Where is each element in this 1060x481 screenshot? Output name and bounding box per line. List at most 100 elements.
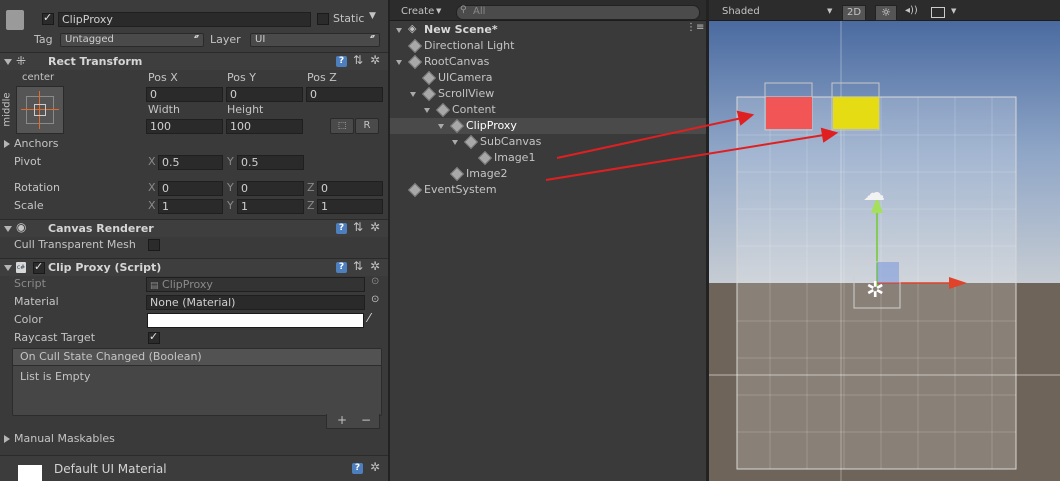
- shading-mode-dropdown[interactable]: Shaded: [722, 6, 760, 17]
- hierarchy-item[interactable]: SubCanvas: [390, 134, 706, 150]
- static-label: Static: [333, 12, 365, 25]
- 2d-toggle-button[interactable]: 2D: [842, 5, 866, 21]
- blueprint-mode-button[interactable]: ⬚: [330, 118, 354, 134]
- search-input[interactable]: ⚲ All: [456, 5, 700, 20]
- gameobject-icon: [449, 118, 465, 134]
- gear-icon[interactable]: ✲: [370, 259, 380, 273]
- canvas-renderer-title: Canvas Renderer: [48, 222, 154, 235]
- raycast-checkbox[interactable]: [148, 330, 160, 344]
- gear-icon[interactable]: ✲: [370, 460, 380, 474]
- effects-dropdown-arrow-icon[interactable]: ▼: [951, 7, 956, 15]
- object-picker-icon[interactable]: ⊙: [371, 276, 379, 287]
- pivot-x-field[interactable]: 0.5: [158, 155, 223, 170]
- raw-edit-button[interactable]: R: [355, 118, 379, 134]
- scale-y-field[interactable]: 1: [237, 199, 304, 214]
- hierarchy-item[interactable]: ClipProxy: [390, 118, 706, 134]
- material-field[interactable]: None (Material): [146, 295, 365, 310]
- rot-y-field[interactable]: 0: [237, 181, 304, 196]
- pos-z-field[interactable]: 0: [306, 87, 383, 102]
- preset-icon[interactable]: ⇅: [353, 259, 363, 273]
- eyedropper-icon[interactable]: ⁄: [368, 311, 370, 325]
- scene-viewport[interactable]: ☁ ✲: [709, 21, 1060, 481]
- add-button[interactable]: +: [337, 413, 347, 427]
- expand-arrow-icon[interactable]: [396, 60, 402, 65]
- object-name-field[interactable]: ClipProxy: [58, 12, 311, 27]
- color-swatch[interactable]: [147, 313, 364, 328]
- anchors-label[interactable]: Anchors: [14, 137, 59, 150]
- hierarchy-item-label: Image2: [466, 167, 508, 180]
- rot-x-field[interactable]: 0: [158, 181, 223, 196]
- hierarchy-item[interactable]: Image2: [390, 166, 706, 182]
- anchors-expand-icon[interactable]: [4, 140, 10, 148]
- pos-y-field[interactable]: 0: [226, 87, 303, 102]
- expand-arrow-icon[interactable]: [452, 140, 458, 145]
- event-header: On Cull State Changed (Boolean): [13, 349, 381, 366]
- gear-icon[interactable]: ✲: [370, 53, 380, 67]
- hierarchy-item[interactable]: RootCanvas: [390, 54, 706, 70]
- static-dropdown-icon[interactable]: ▼: [369, 11, 376, 21]
- object-picker-icon[interactable]: ⊙: [371, 294, 379, 305]
- static-checkbox[interactable]: [317, 13, 329, 25]
- gear-icon[interactable]: ✲: [370, 220, 380, 234]
- manual-maskables-label[interactable]: Manual Maskables: [14, 432, 115, 445]
- hierarchy-item[interactable]: ScrollView: [390, 86, 706, 102]
- remove-button[interactable]: −: [361, 413, 371, 427]
- scene-panel: Shaded ▼ 2D ☼ ◂)) ▼ ☁ ✲: [709, 0, 1060, 481]
- tag-dropdown[interactable]: Untagged: [60, 33, 204, 47]
- scale-z-field[interactable]: 1: [317, 199, 383, 214]
- rect-transform-header[interactable]: ⁜ Rect Transform ? ⇅ ✲: [0, 52, 388, 70]
- collapse-arrow-icon[interactable]: [396, 28, 402, 33]
- cull-transparent-label: Cull Transparent Mesh: [14, 238, 136, 251]
- script-enabled-checkbox[interactable]: [33, 260, 45, 274]
- hierarchy-item[interactable]: EventSystem: [390, 182, 706, 198]
- collapse-arrow-icon[interactable]: [4, 226, 12, 232]
- audio-icon[interactable]: ◂)): [905, 5, 918, 16]
- rot-z-field[interactable]: 0: [317, 181, 383, 196]
- manual-maskables-expand-icon[interactable]: [4, 435, 10, 443]
- expand-arrow-icon[interactable]: [438, 124, 444, 129]
- camera-icon: ☁: [863, 181, 885, 206]
- help-icon[interactable]: ?: [336, 223, 347, 234]
- active-checkbox[interactable]: [42, 11, 54, 25]
- scene-canvas[interactable]: ☁ ✲: [709, 21, 1060, 481]
- layer-dropdown[interactable]: UI: [250, 33, 380, 47]
- hierarchy-item-label: ClipProxy: [466, 119, 517, 132]
- eye-icon: ◉: [16, 220, 27, 234]
- create-dropdown-arrow-icon[interactable]: ▼: [436, 7, 441, 15]
- help-icon[interactable]: ?: [336, 56, 347, 67]
- hierarchy-item-label: Content: [452, 103, 496, 116]
- collapse-arrow-icon[interactable]: [4, 59, 12, 65]
- expand-arrow-icon[interactable]: [424, 108, 430, 113]
- pos-x-field[interactable]: 0: [146, 87, 223, 102]
- shading-dropdown-arrow-icon[interactable]: ▼: [827, 7, 832, 15]
- material-footer-title: Default UI Material: [54, 462, 167, 476]
- clip-proxy-header[interactable]: c# Clip Proxy (Script) ? ⇅ ✲: [0, 258, 388, 276]
- hierarchy-item[interactable]: UICamera: [390, 70, 706, 86]
- hierarchy-toolbar: Create ▼ ⚲ All: [390, 0, 706, 21]
- height-field[interactable]: 100: [226, 119, 303, 134]
- cull-transparent-checkbox[interactable]: [148, 239, 160, 251]
- create-dropdown[interactable]: Create: [401, 6, 434, 17]
- width-field[interactable]: 100: [146, 119, 223, 134]
- collapse-arrow-icon[interactable]: [4, 265, 12, 271]
- gameobject-icon: [6, 10, 24, 30]
- preset-icon[interactable]: ⇅: [353, 220, 363, 234]
- lighting-toggle-button[interactable]: ☼: [875, 5, 897, 21]
- help-icon[interactable]: ?: [336, 262, 347, 273]
- tag-label: Tag: [34, 33, 53, 46]
- help-icon[interactable]: ?: [352, 463, 363, 474]
- scene-row[interactable]: ◈ New Scene* ⋮≡: [390, 22, 706, 38]
- scene-menu-icon[interactable]: ⋮≡: [686, 22, 704, 33]
- anchor-preset-button[interactable]: [16, 86, 64, 134]
- preset-icon[interactable]: ⇅: [353, 53, 363, 67]
- gameobject-icon: [407, 38, 423, 54]
- scale-x-field[interactable]: 1: [158, 199, 223, 214]
- inspector-panel: ClipProxy Static ▼ Tag Untagged Layer UI…: [0, 0, 388, 481]
- canvas-renderer-header[interactable]: ◉ Canvas Renderer ? ⇅ ✲: [0, 219, 388, 237]
- effects-icon[interactable]: [931, 7, 945, 18]
- pivot-y-field[interactable]: 0.5: [237, 155, 304, 170]
- hierarchy-item[interactable]: Content: [390, 102, 706, 118]
- expand-arrow-icon[interactable]: [410, 92, 416, 97]
- hierarchy-item[interactable]: Directional Light: [390, 38, 706, 54]
- hierarchy-item[interactable]: Image1: [390, 150, 706, 166]
